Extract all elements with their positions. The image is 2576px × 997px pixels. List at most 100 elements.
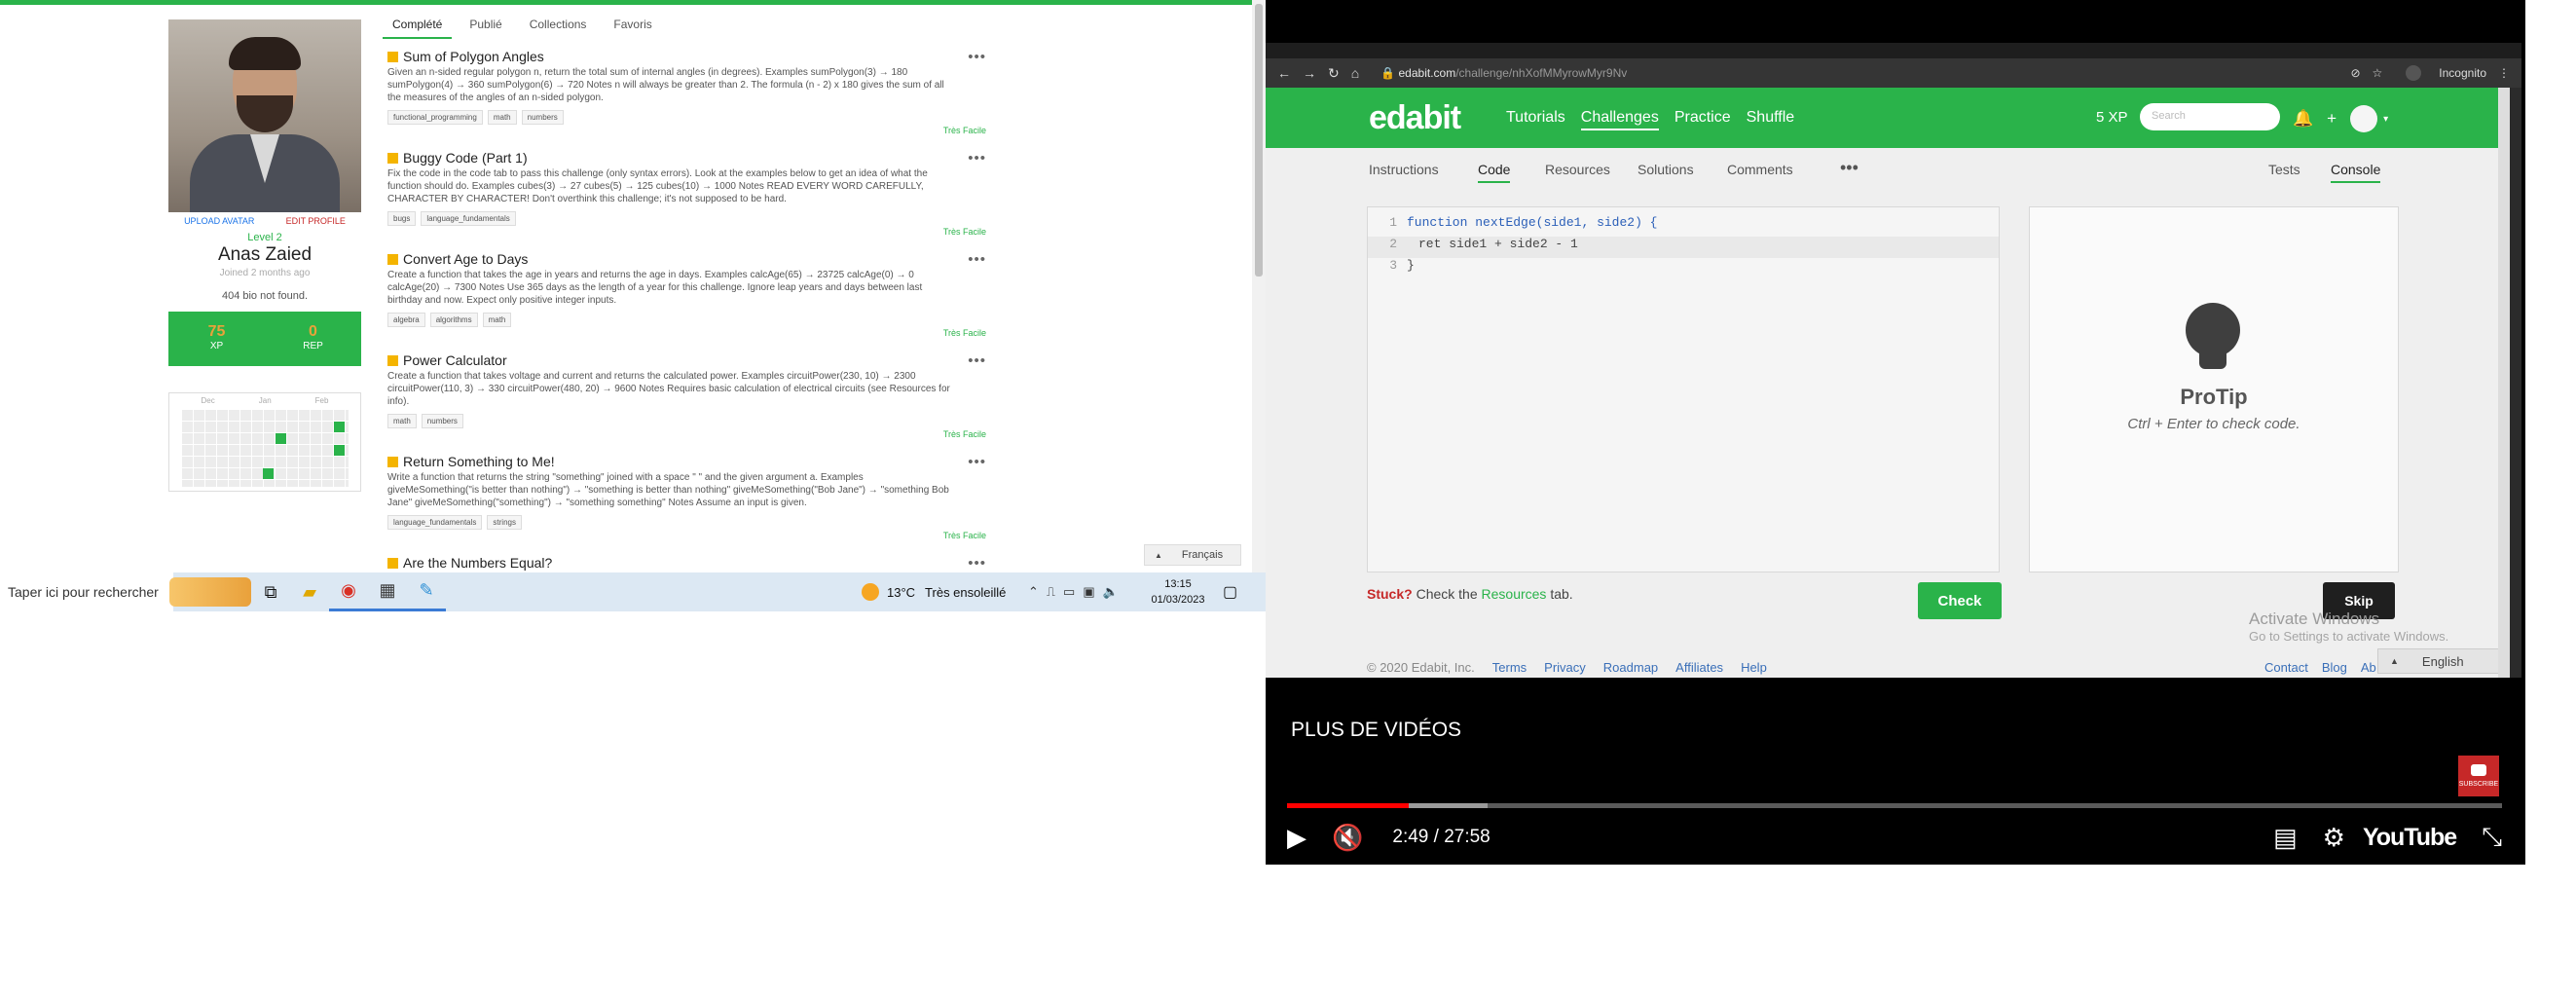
tab-tests[interactable]: Tests: [2268, 162, 2300, 177]
tab-comments[interactable]: Comments: [1727, 162, 1793, 177]
network-icon[interactable]: ⎍: [1047, 584, 1055, 600]
upload-avatar-link[interactable]: UPLOAD AVATAR: [184, 216, 254, 226]
plus-icon[interactable]: +: [2327, 109, 2337, 129]
more-options-icon[interactable]: •••: [968, 352, 986, 369]
more-options-icon[interactable]: •••: [968, 49, 986, 65]
more-menu-icon[interactable]: ⋮: [2498, 66, 2510, 80]
tag-chip[interactable]: numbers: [521, 110, 564, 125]
user-avatar[interactable]: [2350, 105, 2378, 132]
tab-published[interactable]: Publié: [460, 14, 511, 39]
url-field[interactable]: 🔒 edabit.com/challenge/nhXofMMyrowMyr9Nv: [1380, 66, 1627, 80]
challenge-title[interactable]: Power Calculator: [387, 352, 1001, 368]
tab-resources[interactable]: Resources: [1545, 162, 1610, 177]
paint-icon[interactable]: ✎: [407, 572, 446, 611]
footer-contact[interactable]: Contact: [2264, 660, 2308, 675]
tab-instructions[interactable]: Instructions: [1369, 162, 1439, 177]
forward-icon[interactable]: →: [1303, 65, 1328, 81]
site-language-selector[interactable]: ▲ English: [2377, 648, 2500, 674]
chevron-up-icon[interactable]: ⌃: [1028, 584, 1039, 600]
more-options-icon[interactable]: •••: [1840, 158, 1858, 178]
footer-about[interactable]: Ab: [2361, 660, 2376, 675]
mute-icon[interactable]: 🔇: [1332, 823, 1363, 853]
tab-favorites[interactable]: Favoris: [604, 14, 661, 39]
resources-link[interactable]: Resources: [1482, 586, 1547, 602]
search-input[interactable]: Search: [2140, 103, 2280, 130]
tag-chip[interactable]: algorithms: [429, 313, 478, 327]
notification-icon[interactable]: ▢: [1223, 582, 1237, 602]
chevron-down-icon[interactable]: ▾: [2383, 114, 2388, 125]
tag-chip[interactable]: math: [487, 110, 517, 125]
eye-off-icon[interactable]: ⊘: [2350, 66, 2360, 80]
code-editor[interactable]: 1 function nextEdge(side1, side2) { 2 re…: [1367, 206, 2000, 572]
challenge-item[interactable]: Sum of Polygon Angles ••• Given an n-sided…: [387, 49, 1001, 135]
challenge-title[interactable]: Convert Age to Days: [387, 251, 1001, 267]
page-scrollbar[interactable]: [1252, 0, 1266, 572]
subscribe-button[interactable]: SUBSCRIBE: [2458, 756, 2499, 796]
nav-tutorials[interactable]: Tutorials: [1506, 109, 1565, 130]
tab-code[interactable]: Code: [1478, 162, 1511, 183]
weather-widget[interactable]: 13°C Très ensoleillé: [862, 572, 1006, 611]
challenge-title[interactable]: Buggy Code (Part 1): [387, 150, 1001, 166]
nav-shuffle[interactable]: Shuffle: [1747, 109, 1795, 130]
tab-complete[interactable]: Complété: [383, 14, 453, 39]
tag-chip[interactable]: algebra: [387, 313, 425, 327]
play-icon[interactable]: ▶: [1287, 823, 1306, 853]
exit-fullscreen-icon[interactable]: ⤡: [2482, 822, 2502, 853]
captions-icon[interactable]: ▤: [2273, 823, 2298, 853]
tab-console[interactable]: Console: [2331, 162, 2381, 183]
footer-blog[interactable]: Blog: [2322, 660, 2347, 675]
chrome-icon[interactable]: ◉: [329, 572, 368, 611]
bell-icon[interactable]: 🔔: [2293, 109, 2313, 129]
check-button[interactable]: Check: [1918, 582, 2002, 619]
tag-chip[interactable]: language_fundamentals: [387, 515, 483, 530]
tag-chip[interactable]: strings: [487, 515, 522, 530]
challenge-title[interactable]: Sum of Polygon Angles: [387, 49, 1001, 64]
video-progress-bar[interactable]: [1287, 803, 2502, 808]
incognito-badge[interactable]: Incognito: [2394, 65, 2486, 81]
calculator-icon[interactable]: ▦: [368, 572, 407, 611]
more-options-icon[interactable]: •••: [968, 555, 986, 572]
scrollbar-thumb[interactable]: [1255, 4, 1263, 277]
tag-chip[interactable]: math: [387, 414, 417, 428]
gear-icon[interactable]: ⚙: [2323, 823, 2345, 853]
challenge-item[interactable]: Are the Numbers Equal? •••: [387, 555, 1001, 572]
tag-chip[interactable]: numbers: [421, 414, 463, 428]
display-icon[interactable]: ▣: [1083, 584, 1094, 600]
footer-roadmap[interactable]: Roadmap: [1603, 660, 1658, 675]
tag-chip[interactable]: functional_programming: [387, 110, 483, 125]
language-selector[interactable]: ▲ Français: [1144, 544, 1241, 566]
tab-solutions[interactable]: Solutions: [1638, 162, 1694, 177]
footer-terms[interactable]: Terms: [1492, 660, 1527, 675]
footer-affiliates[interactable]: Affiliates: [1675, 660, 1723, 675]
tag-chip[interactable]: bugs: [387, 211, 417, 226]
reload-icon[interactable]: ↻: [1328, 65, 1351, 81]
edit-profile-link[interactable]: EDIT PROFILE: [286, 216, 346, 226]
challenge-item[interactable]: Power Calculator ••• Create a function tha…: [387, 352, 1001, 439]
file-explorer-icon[interactable]: ▰: [290, 572, 329, 611]
more-videos-label[interactable]: PLUS DE VIDÉOS: [1291, 719, 1461, 742]
nav-practice[interactable]: Practice: [1674, 109, 1731, 130]
volume-icon[interactable]: 🔈: [1103, 584, 1119, 600]
taskbar-search[interactable]: Taper ici pour rechercher: [0, 572, 173, 611]
youtube-logo[interactable]: YouTube: [2363, 824, 2457, 852]
challenge-item[interactable]: Buggy Code (Part 1) ••• Fix the code in th…: [387, 150, 1001, 237]
more-options-icon[interactable]: •••: [968, 251, 986, 268]
tag-chip[interactable]: language_fundamentals: [421, 211, 516, 226]
challenge-title[interactable]: Are the Numbers Equal?: [387, 555, 1001, 571]
challenge-item[interactable]: Return Something to Me! ••• Write a functi…: [387, 454, 1001, 540]
more-options-icon[interactable]: •••: [968, 454, 986, 470]
tab-collections[interactable]: Collections: [520, 14, 597, 39]
back-icon[interactable]: ←: [1277, 65, 1303, 81]
edabit-logo[interactable]: edabit: [1369, 99, 1461, 137]
task-view-icon[interactable]: ⧉: [251, 572, 290, 611]
more-options-icon[interactable]: •••: [968, 150, 986, 166]
taskbar-clock[interactable]: 13:15 01/03/2023: [1149, 576, 1207, 608]
home-icon[interactable]: ⌂: [1351, 65, 1371, 81]
tag-chip[interactable]: math: [482, 313, 512, 327]
challenge-title[interactable]: Return Something to Me!: [387, 454, 1001, 469]
challenge-item[interactable]: Convert Age to Days ••• Create a function …: [387, 251, 1001, 338]
battery-icon[interactable]: ▭: [1063, 584, 1075, 600]
nav-challenges[interactable]: Challenges: [1580, 109, 1659, 130]
star-icon[interactable]: ☆: [2373, 66, 2383, 80]
footer-privacy[interactable]: Privacy: [1544, 660, 1586, 675]
